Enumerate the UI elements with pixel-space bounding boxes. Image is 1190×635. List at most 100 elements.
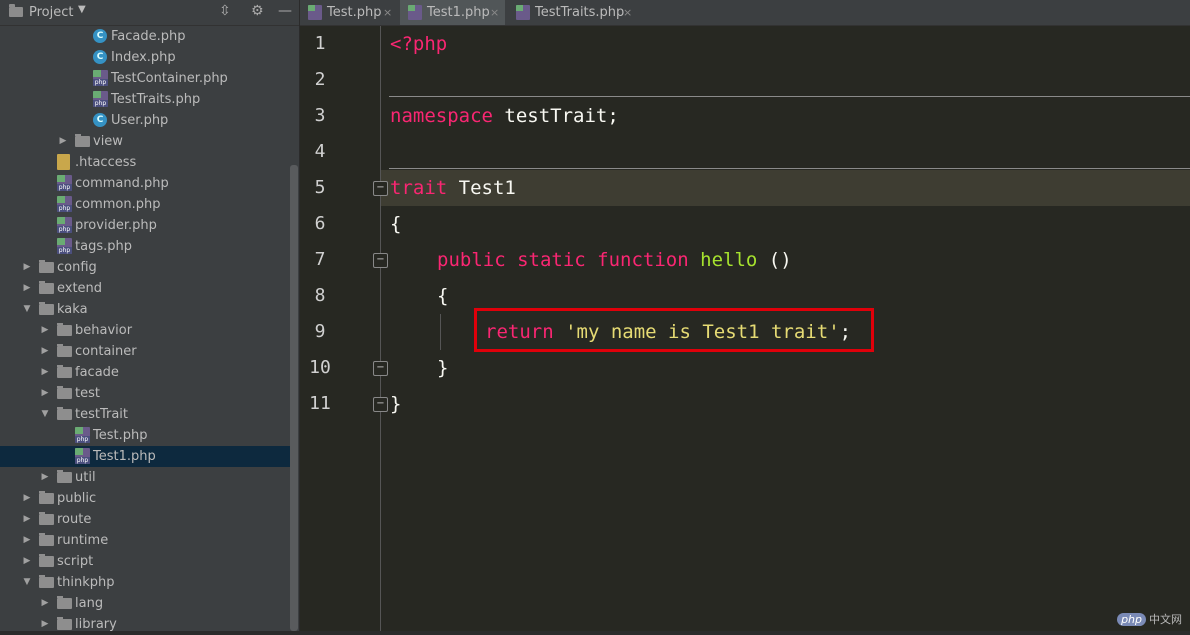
tab-test1-php[interactable]: Test1.php ×: [400, 0, 505, 25]
tree-folder-row[interactable]: ▶ view: [0, 131, 290, 152]
tab-test-php[interactable]: Test.php ×: [300, 0, 398, 25]
php-file-icon: [408, 5, 422, 20]
folder-icon: [57, 323, 72, 336]
tree-item-label: command.php: [75, 176, 169, 191]
tree-item-label: common.php: [75, 197, 161, 212]
php-file-icon: [75, 427, 90, 443]
close-icon[interactable]: ×: [623, 0, 632, 25]
tree-folder-row[interactable]: ▶ config: [0, 257, 290, 278]
tree-folder-row[interactable]: ▼ kaka: [0, 299, 290, 320]
chevron-right-icon[interactable]: ▶: [40, 467, 50, 488]
tree-item-label: Index.php: [111, 50, 176, 65]
chevron-right-icon[interactable]: ▶: [22, 551, 32, 572]
chevron-right-icon[interactable]: ▶: [22, 530, 32, 551]
chevron-right-icon[interactable]: ▶: [40, 341, 50, 362]
tree-folder-row[interactable]: ▶ test: [0, 383, 290, 404]
code-line-5: trait Test1: [390, 170, 516, 206]
php-file-icon: [57, 175, 72, 191]
collapse-icon[interactable]: ⇳: [219, 3, 231, 19]
line-number: 5: [314, 177, 326, 198]
tree-item-label: extend: [57, 281, 103, 296]
tree-folder-row[interactable]: ▼ thinkphp: [0, 572, 290, 593]
php-file-icon: [75, 448, 90, 464]
code-line-11: }: [390, 393, 402, 415]
tree-file-row[interactable]: C Facade.php: [0, 26, 290, 47]
gear-icon[interactable]: ⚙: [251, 3, 264, 19]
chevron-right-icon[interactable]: ▶: [22, 488, 32, 509]
chevron-down-icon[interactable]: ▼: [40, 404, 50, 425]
tree-folder-row[interactable]: ▶ facade: [0, 362, 290, 383]
php-logo: php: [1117, 613, 1146, 626]
chevron-right-icon[interactable]: ▶: [40, 320, 50, 341]
chevron-right-icon[interactable]: ▶: [40, 614, 50, 635]
folder-icon: [39, 281, 54, 294]
chevron-right-icon[interactable]: ▶: [40, 593, 50, 614]
class-file-icon: C: [93, 50, 107, 64]
config-file-icon: [57, 154, 70, 170]
watermark: php 中文网: [1117, 611, 1182, 627]
fold-marker-icon[interactable]: −: [373, 181, 388, 196]
tree-file-row[interactable]: command.php: [0, 173, 290, 194]
tree-folder-row[interactable]: ▶ util: [0, 467, 290, 488]
keyword: trait: [390, 177, 448, 199]
close-icon[interactable]: ×: [383, 0, 392, 25]
line-number: 10: [309, 357, 331, 378]
code-line-7: public static function hello (): [437, 242, 792, 278]
chevron-right-icon[interactable]: ▶: [40, 362, 50, 383]
chevron-down-icon[interactable]: ▼: [22, 572, 32, 593]
tree-item-label: view: [93, 134, 123, 149]
sidebar-scrollbar[interactable]: [290, 165, 298, 631]
close-icon[interactable]: ×: [490, 0, 499, 25]
fold-marker-icon[interactable]: −: [373, 397, 388, 412]
folder-icon: [39, 302, 54, 315]
fold-marker-icon[interactable]: −: [373, 253, 388, 268]
tree-file-row[interactable]: Test.php: [0, 425, 290, 446]
tree-folder-row[interactable]: ▶ public: [0, 488, 290, 509]
tree-file-row[interactable]: provider.php: [0, 215, 290, 236]
tree-folder-row[interactable]: ▼ testTrait: [0, 404, 290, 425]
tree-file-row[interactable]: Test1.php: [0, 446, 290, 467]
chevron-down-icon[interactable]: ▼: [78, 4, 86, 15]
folder-icon: [39, 512, 54, 525]
tree-file-row[interactable]: C Index.php: [0, 47, 290, 68]
tree-file-row[interactable]: TestTraits.php: [0, 89, 290, 110]
tree-folder-row[interactable]: ▶ behavior: [0, 320, 290, 341]
folder-icon: [39, 533, 54, 546]
tree-file-row[interactable]: tags.php: [0, 236, 290, 257]
chevron-right-icon[interactable]: ▶: [40, 383, 50, 404]
tree-file-row[interactable]: C User.php: [0, 110, 290, 131]
folder-icon: [39, 554, 54, 567]
tab-testtraits-php[interactable]: TestTraits.php ×: [508, 0, 638, 25]
tree-folder-row[interactable]: ▶ lang: [0, 593, 290, 614]
tree-file-row[interactable]: TestContainer.php: [0, 68, 290, 89]
chevron-down-icon[interactable]: ▼: [22, 299, 32, 320]
tree-file-row[interactable]: .htaccess: [0, 152, 290, 173]
tree-item-label: Facade.php: [111, 29, 186, 44]
code-editor[interactable]: 1 2 3 4 5 6 7 8 9 10 11 − − − − <?php na…: [300, 26, 1190, 631]
line-number: 11: [309, 393, 331, 414]
code-line-6: {: [390, 213, 402, 235]
chevron-right-icon[interactable]: ▶: [22, 509, 32, 530]
chevron-right-icon[interactable]: ▶: [22, 278, 32, 299]
tree-item-label: Test.php: [93, 428, 148, 443]
tree-file-row[interactable]: common.php: [0, 194, 290, 215]
highlight-annotation-box: [474, 308, 874, 352]
tree-item-label: testTrait: [75, 407, 129, 422]
tree-folder-row[interactable]: ▶ container: [0, 341, 290, 362]
tree-item-label: route: [57, 512, 92, 527]
project-title[interactable]: Project: [29, 5, 73, 20]
php-file-icon: [93, 91, 108, 107]
minimize-icon[interactable]: —: [278, 3, 292, 19]
tree-folder-row[interactable]: ▶ script: [0, 551, 290, 572]
tree-folder-row[interactable]: ▶ runtime: [0, 530, 290, 551]
fold-marker-icon[interactable]: −: [373, 361, 388, 376]
tree-item-label: library: [75, 617, 117, 632]
watermark-text: 中文网: [1149, 613, 1182, 626]
tree-folder-row[interactable]: ▶ route: [0, 509, 290, 530]
tree-folder-row[interactable]: ▶ library: [0, 614, 290, 635]
chevron-right-icon[interactable]: ▶: [22, 257, 32, 278]
chevron-right-icon[interactable]: ▶: [58, 131, 68, 152]
method-separator: [389, 168, 1190, 169]
tree-folder-row[interactable]: ▶ extend: [0, 278, 290, 299]
folder-icon: [39, 491, 54, 504]
